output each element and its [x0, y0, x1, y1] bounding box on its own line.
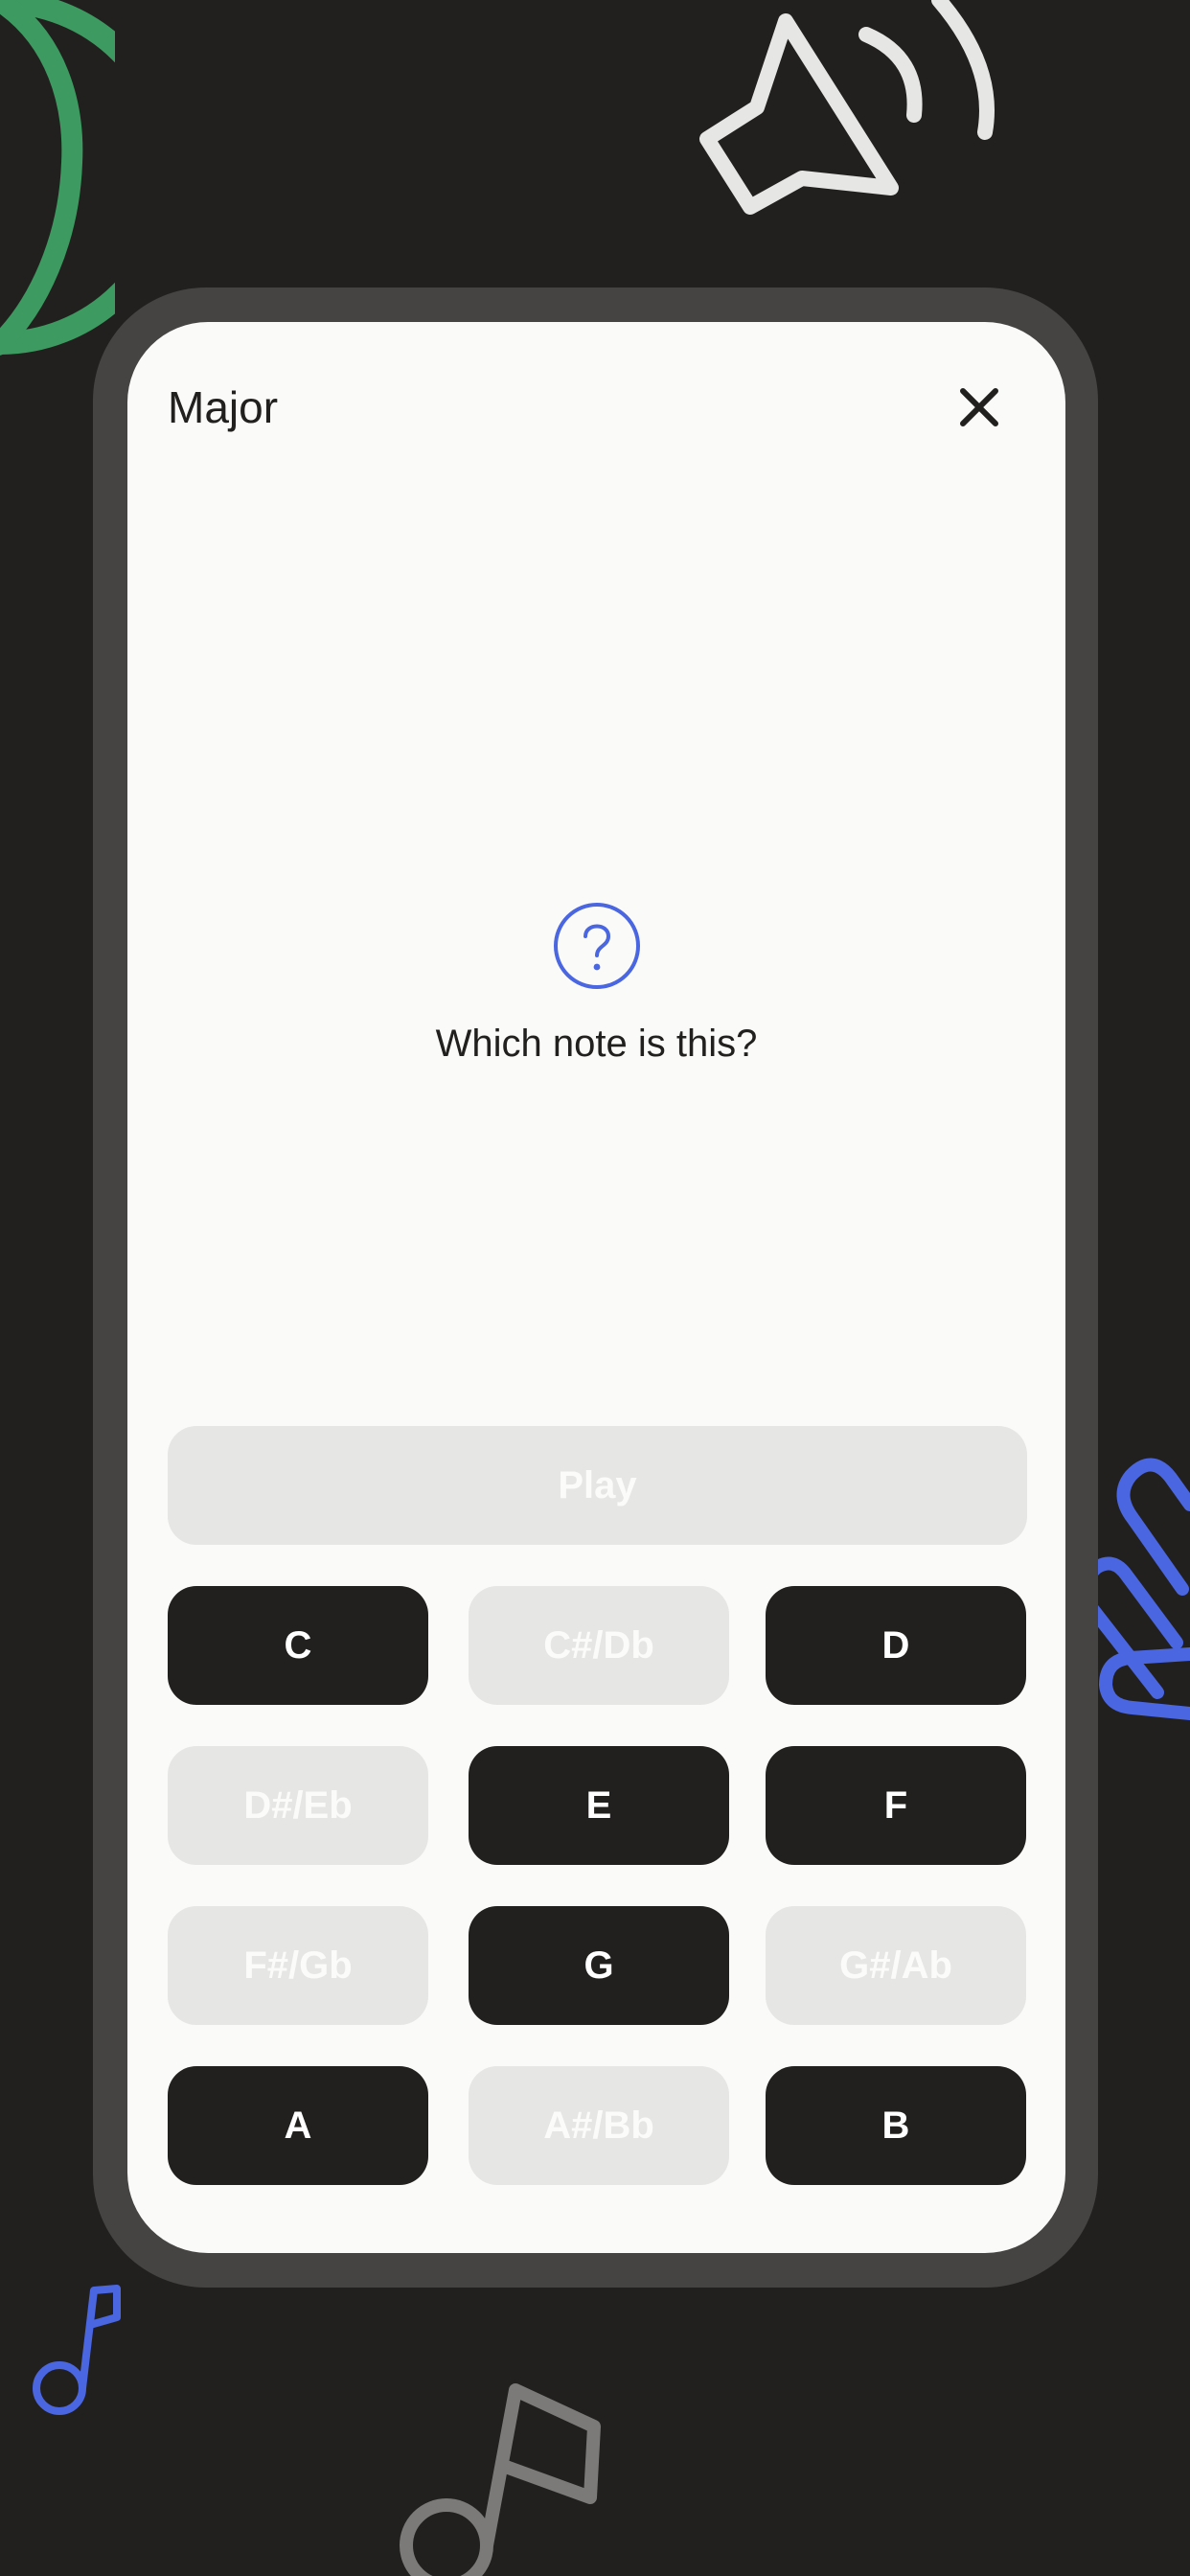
note-button-label: A — [284, 2104, 312, 2147]
play-button-label: Play — [558, 1463, 637, 1506]
note-button-label: F — [883, 1783, 908, 1827]
note-button[interactable]: G#/Ab — [766, 1906, 1026, 2025]
note-button-label: D#/Eb — [243, 1783, 353, 1827]
note-button-label: C — [284, 1623, 312, 1667]
note-button-label: D — [881, 1623, 910, 1667]
quiz-screen: Major Which note is this? Play C C#/Db D D#… — [127, 322, 1065, 2253]
note-button-label: G#/Ab — [839, 1944, 952, 1987]
circle-icon — [0, 0, 115, 356]
page-title: Major — [168, 382, 279, 432]
note-button[interactable]: F — [766, 1746, 1026, 1865]
note-button[interactable]: A#/Bb — [469, 2066, 729, 2185]
note-button[interactable]: C#/Db — [469, 1586, 729, 1705]
speaker-icon — [699, 0, 995, 215]
note-button[interactable]: C — [168, 1586, 428, 1705]
question-text: Which note is this? — [435, 1023, 758, 1065]
note-button-label: A#/Bb — [543, 2104, 654, 2147]
note-button-label: B — [881, 2104, 910, 2147]
note-button[interactable]: E — [469, 1746, 729, 1865]
note-button[interactable]: A — [168, 2066, 428, 2185]
background: Major Which note is this? Play C C#/Db D D#… — [0, 0, 1190, 2576]
music-note-icon — [400, 2383, 601, 2576]
note-button[interactable]: D — [766, 1586, 1026, 1705]
close-button[interactable] — [957, 385, 1001, 429]
note-button-label: F#/Gb — [243, 1944, 353, 1987]
note-button-label: G — [584, 1944, 614, 1987]
close-icon — [960, 388, 998, 426]
note-button[interactable]: F#/Gb — [168, 1906, 428, 2025]
note-button-label: C#/Db — [543, 1623, 654, 1667]
play-button[interactable]: Play — [168, 1426, 1027, 1545]
note-button[interactable]: B — [766, 2066, 1026, 2185]
note-button[interactable]: G — [469, 1906, 729, 2025]
note-button-label: E — [585, 1783, 612, 1827]
music-note-icon — [33, 2285, 121, 2415]
question-circle-icon — [554, 903, 640, 989]
note-button[interactable]: D#/Eb — [168, 1746, 428, 1865]
